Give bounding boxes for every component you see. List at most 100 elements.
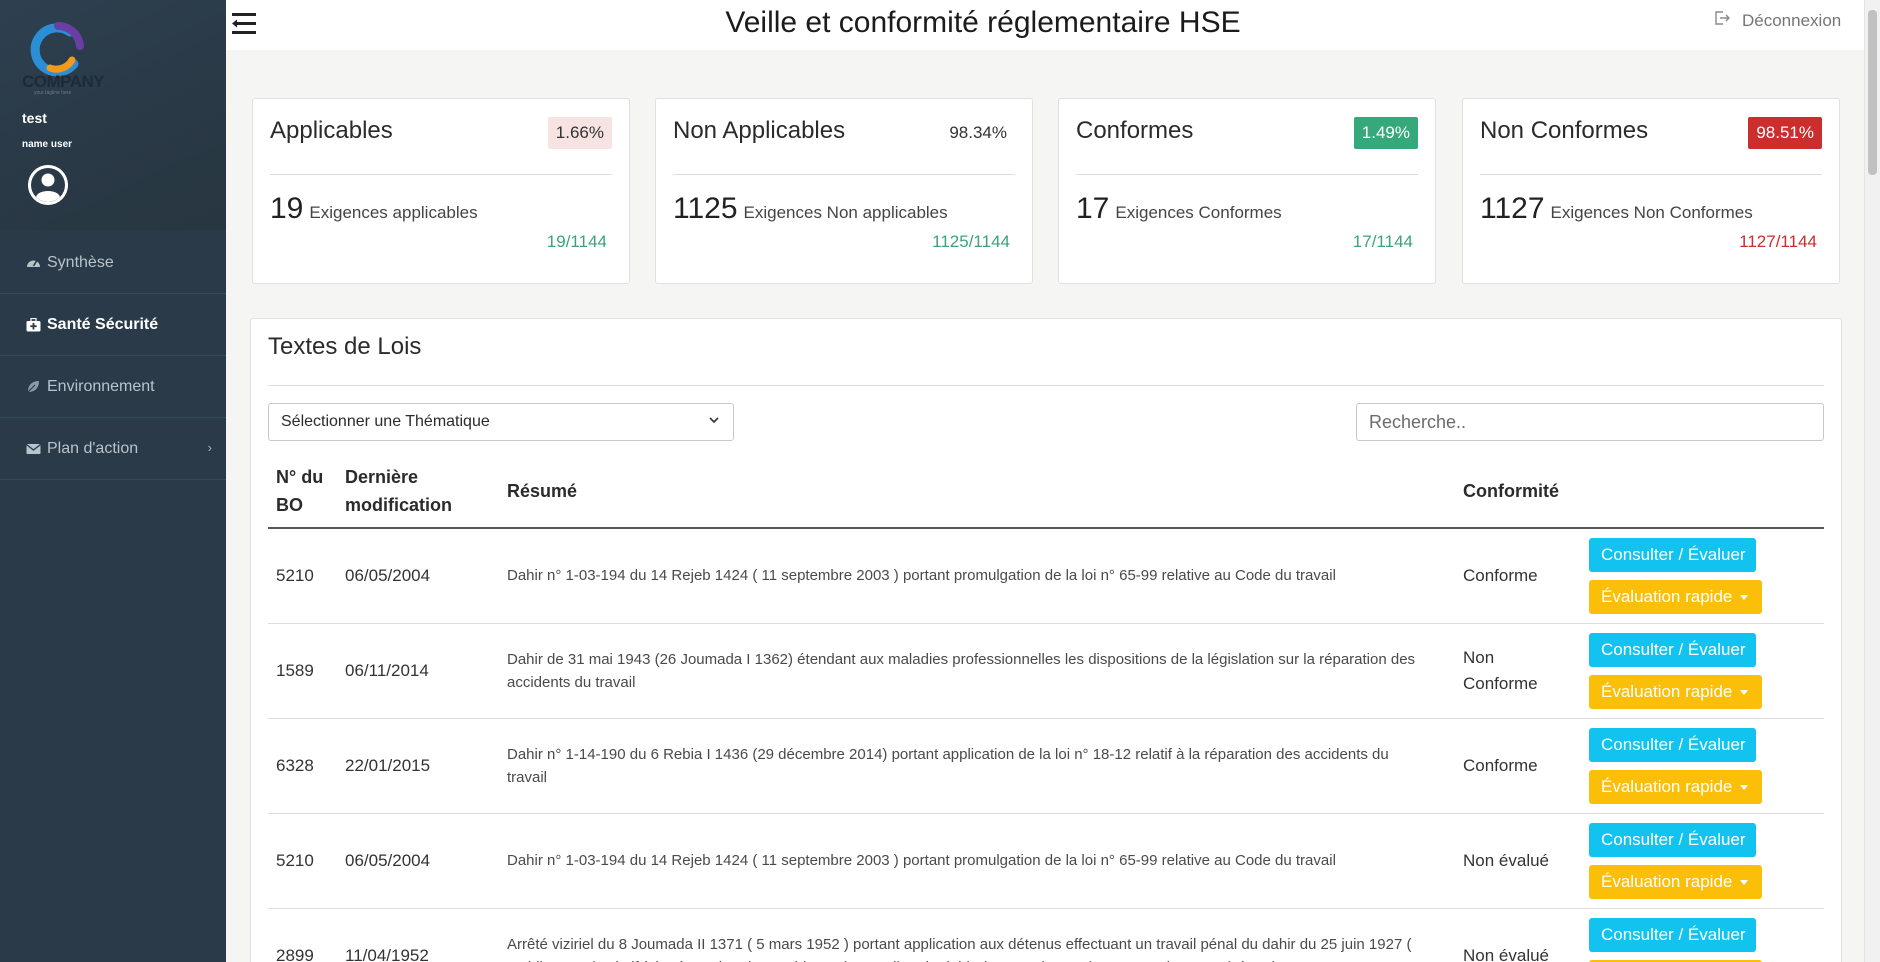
avatar[interactable] xyxy=(28,165,68,205)
sidebar-item-synthese[interactable]: Synthèse xyxy=(0,232,226,294)
quick-eval-label: Évaluation rapide xyxy=(1601,871,1733,891)
stat-title: Conformes xyxy=(1076,117,1194,144)
stat-label: Exigences Non Conformes xyxy=(1550,203,1753,222)
sidebar-item-plan-action[interactable]: Plan d'action › xyxy=(0,418,226,480)
header: Veille et conformité réglementaire HSE D… xyxy=(226,0,1880,50)
quick-eval-button[interactable]: Évaluation rapide xyxy=(1589,769,1762,804)
quick-eval-label: Évaluation rapide xyxy=(1601,681,1733,701)
cell-date: 06/05/2004 xyxy=(337,813,499,909)
cell-bo: 2899 xyxy=(268,908,337,962)
sidebar-item-label: Plan d'action xyxy=(47,439,139,457)
cell-actions: Consulter / Évaluer Évaluation rapide xyxy=(1581,528,1824,624)
consult-button[interactable]: Consulter / Évaluer xyxy=(1589,537,1756,572)
col-header-date[interactable]: Dernière modification xyxy=(337,455,499,529)
stat-count-line: 1127 Exigences Non Conformes xyxy=(1480,192,1753,226)
quick-eval-label: Évaluation rapide xyxy=(1601,586,1733,606)
cell-date: 11/04/1952 xyxy=(337,908,499,962)
cell-bo: 5210 xyxy=(268,813,337,909)
page-scrollbar[interactable] xyxy=(1864,0,1880,962)
cell-resume: Dahir n° 1-14-190 du 6 Rebia I 1436 (29 … xyxy=(499,718,1455,814)
table-row: 1589 06/11/2014 Dahir de 31 mai 1943 (26… xyxy=(268,623,1824,719)
quick-eval-button[interactable]: Évaluation rapide xyxy=(1589,674,1762,709)
cell-date: 06/05/2004 xyxy=(337,528,499,624)
stat-title: Non Conformes xyxy=(1480,117,1649,144)
stat-card-non-applicables: Non Applicables 98.34% 1125 Exigences Non… xyxy=(655,98,1033,284)
user-role: name user xyxy=(22,139,73,150)
quick-eval-button[interactable]: Évaluation rapide xyxy=(1589,864,1762,899)
status-badge: 98.34% xyxy=(941,117,1015,149)
stat-ratio: 1127/1144 xyxy=(1739,232,1817,251)
logout-label: Déconnexion xyxy=(1742,10,1842,30)
cell-date: 22/01/2015 xyxy=(337,718,499,814)
cell-resume: Dahir n° 1-03-194 du 14 Rejeb 1424 ( 11 … xyxy=(499,813,1455,909)
logout-icon xyxy=(1714,10,1730,31)
chevron-right-icon: › xyxy=(207,440,212,455)
cell-resume: Dahir de 31 mai 1943 (26 Joumada I 1362)… xyxy=(499,623,1455,719)
sidebar-item-sante-securite[interactable]: Santé Sécurité xyxy=(0,294,226,356)
stat-card-conformes: Conformes 1.49% 17 Exigences Conformes 17… xyxy=(1058,98,1436,284)
thematique-select[interactable]: Sélectionner une Thématique xyxy=(268,403,734,441)
divider xyxy=(268,385,1824,386)
stat-ratio: 19/1144 xyxy=(546,232,607,251)
gauge-icon xyxy=(25,256,41,270)
chevron-down-icon xyxy=(707,413,721,432)
scrollbar-thumb[interactable] xyxy=(1868,10,1877,175)
stat-count: 17 xyxy=(1076,192,1110,225)
medkit-icon xyxy=(25,317,41,332)
sidebar-item-environnement[interactable]: Environnement xyxy=(0,356,226,418)
stat-label: Exigences Conformes xyxy=(1115,203,1282,222)
col-header-actions xyxy=(1581,455,1824,529)
col-header-conformite[interactable]: Conformité xyxy=(1455,455,1581,529)
status-badge: 1.66% xyxy=(547,117,612,149)
cell-actions: Consulter / Évaluer Évaluation rapide xyxy=(1581,623,1824,719)
cell-bo: 1589 xyxy=(268,623,337,719)
table-header-row: N° du BO Dernière modification Résumé Co… xyxy=(268,455,1824,529)
cell-bo: 5210 xyxy=(268,528,337,624)
divider xyxy=(1480,174,1822,175)
leaf-icon xyxy=(25,380,41,394)
stat-title: Non Applicables xyxy=(673,117,846,144)
sidebar-item-label: Synthèse xyxy=(47,253,114,271)
divider xyxy=(1076,174,1418,175)
stat-count-line: 1125 Exigences Non applicables xyxy=(673,192,948,226)
stat-card-non-conformes: Non Conformes 98.51% 1127 Exigences Non C… xyxy=(1462,98,1840,284)
cell-resume: Dahir n° 1-03-194 du 14 Rejeb 1424 ( 11 … xyxy=(499,528,1455,624)
col-header-bo[interactable]: N° du BO xyxy=(268,455,337,529)
stat-count: 19 xyxy=(270,192,304,225)
divider xyxy=(673,174,1015,175)
caret-down-icon xyxy=(1740,689,1749,695)
consult-button[interactable]: Consulter / Évaluer xyxy=(1589,822,1756,857)
divider xyxy=(270,174,612,175)
cell-conformite: Non Conforme xyxy=(1455,623,1581,719)
stat-count: 1125 xyxy=(673,192,738,225)
cell-date: 06/11/2014 xyxy=(337,623,499,719)
cell-actions: Consulter / Évaluer Évaluation rapide xyxy=(1581,718,1824,814)
user-icon xyxy=(28,165,68,205)
table-row: 6328 22/01/2015 Dahir n° 1-14-190 du 6 R… xyxy=(268,718,1824,814)
logout-button[interactable]: Déconnexion xyxy=(1714,10,1841,31)
caret-down-icon xyxy=(1740,879,1749,885)
consult-button[interactable]: Consulter / Évaluer xyxy=(1589,727,1756,762)
laws-panel: Textes de Lois Sélectionner une Thématiq… xyxy=(250,318,1842,962)
sidebar-nav: Synthèse Santé Sécurité Environnement Pl… xyxy=(0,232,226,480)
sidebar: COMPANY your tagline here test name user… xyxy=(0,0,226,962)
consult-button[interactable]: Consulter / Évaluer xyxy=(1589,917,1756,952)
cell-conformite: Non évalué xyxy=(1455,813,1581,909)
cell-conformite: Conforme xyxy=(1455,528,1581,624)
consult-button[interactable]: Consulter / Évaluer xyxy=(1589,632,1756,667)
cell-actions: Consulter / Évaluer Évaluation rapide xyxy=(1581,908,1824,962)
stat-ratio: 17/1144 xyxy=(1352,232,1413,251)
stat-ratio: 1125/1144 xyxy=(932,232,1010,251)
quick-eval-button[interactable]: Évaluation rapide xyxy=(1589,579,1762,614)
quick-eval-label: Évaluation rapide xyxy=(1601,776,1733,796)
stat-label: Exigences applicables xyxy=(309,203,478,222)
search-input[interactable] xyxy=(1356,403,1824,441)
sidebar-item-label: Environnement xyxy=(47,377,155,395)
stat-count: 1127 xyxy=(1480,192,1545,225)
table-row: 2899 11/04/1952 Arrêté viziriel du 8 Jou… xyxy=(268,908,1824,962)
envelope-icon xyxy=(25,442,41,456)
table-row: 5210 06/05/2004 Dahir n° 1-03-194 du 14 … xyxy=(268,528,1824,624)
table-row: 5210 06/05/2004 Dahir n° 1-03-194 du 14 … xyxy=(268,813,1824,909)
col-header-resume[interactable]: Résumé xyxy=(499,455,1455,529)
page-title: Veille et conformité réglementaire HSE xyxy=(725,6,1241,39)
